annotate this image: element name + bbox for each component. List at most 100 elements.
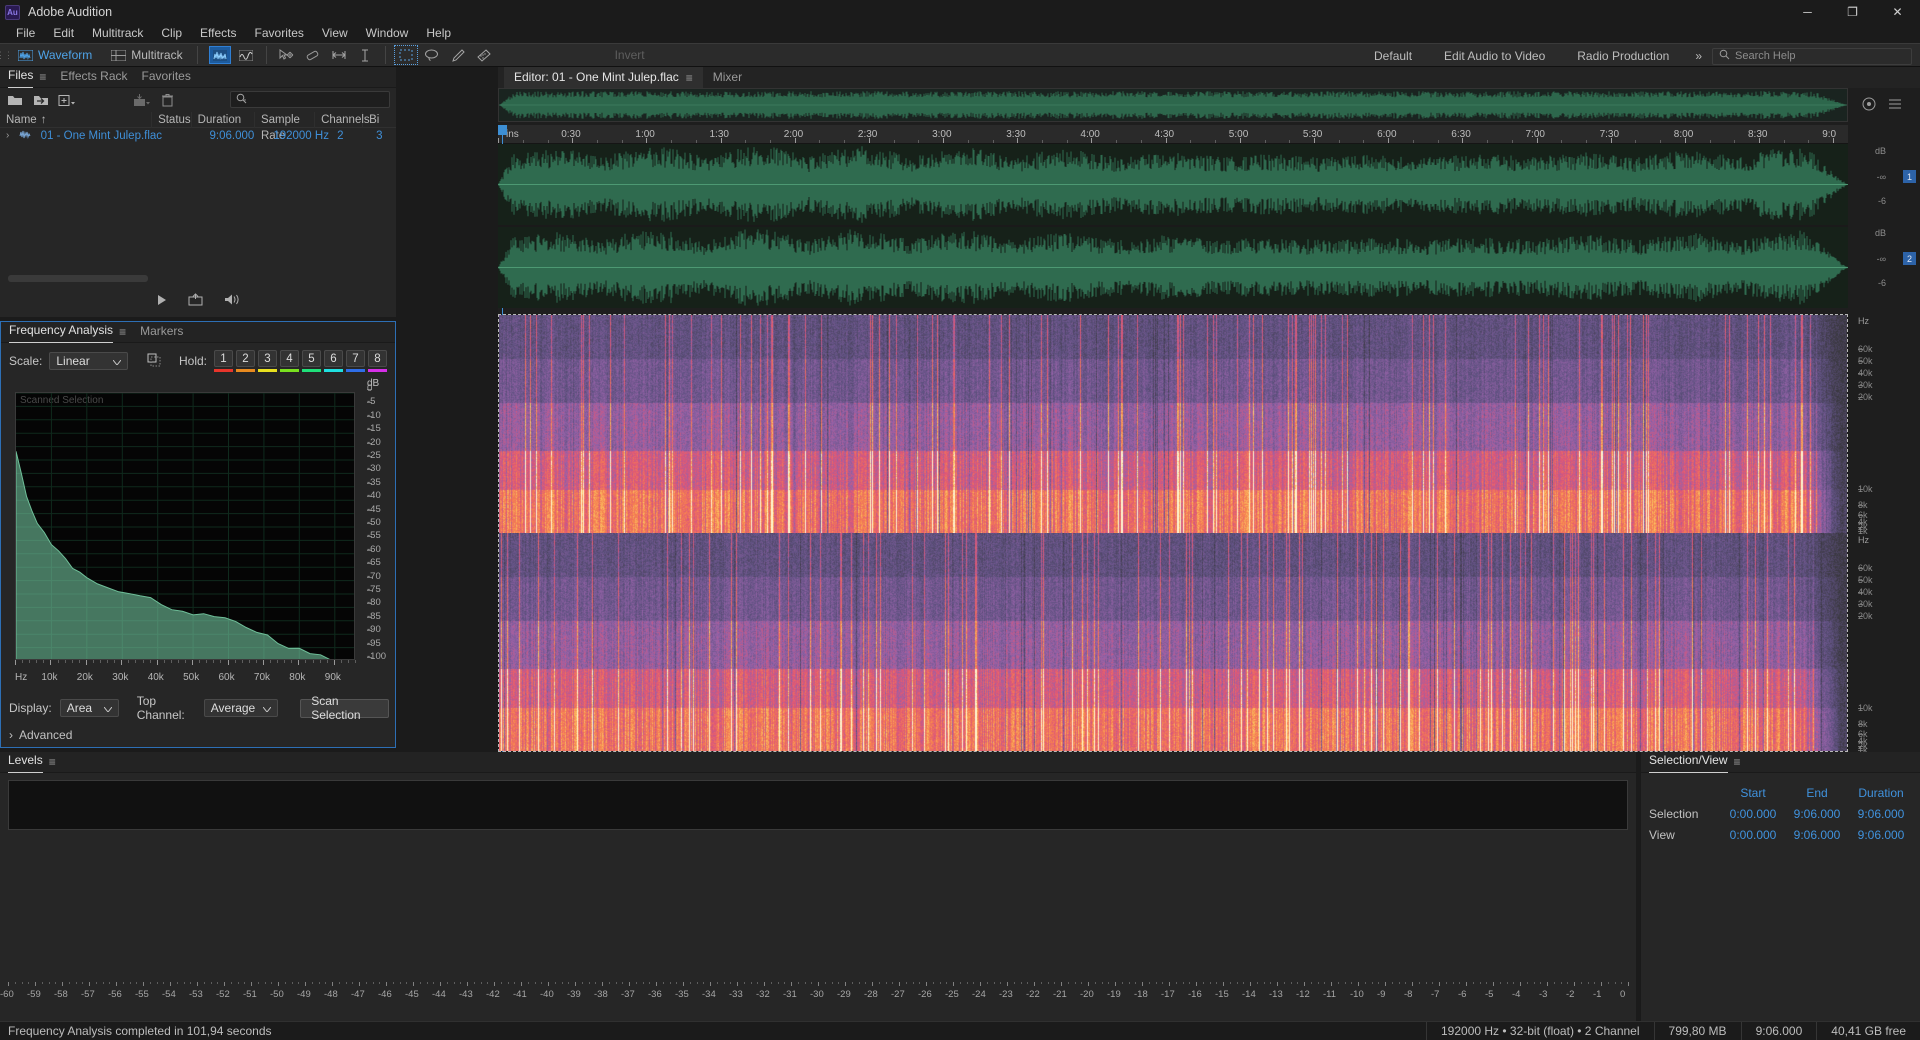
- hold-button-8[interactable]: 8: [368, 350, 387, 367]
- copy-to-clipboard-icon[interactable]: [147, 353, 162, 370]
- workspace-default[interactable]: Default: [1358, 49, 1428, 63]
- time-selection-tool-icon[interactable]: [328, 46, 350, 64]
- paintbrush-selection-tool-icon[interactable]: [447, 46, 469, 64]
- column-header-duration[interactable]: Duration: [192, 111, 255, 128]
- multitrack-view-button[interactable]: Multitrack: [101, 44, 191, 66]
- column-header-name[interactable]: Name ↑: [0, 111, 153, 128]
- time-ruler[interactable]: ins 0:30 1:00 1:30 2:00 2:30 3:00 3:30 4:00 4:30 5…: [498, 125, 1848, 144]
- scan-selection-button[interactable]: Scan Selection: [300, 694, 389, 722]
- hud-icon[interactable]: [1862, 97, 1876, 114]
- column-header-status[interactable]: Status: [152, 111, 192, 128]
- search-help-input[interactable]: Search Help: [1712, 47, 1912, 65]
- insert-into-multitrack-icon[interactable]: [188, 293, 203, 309]
- column-header-sample-rate[interactable]: Sample Rate: [255, 111, 316, 142]
- save-icon[interactable]: [133, 92, 150, 108]
- workspace-radio-production[interactable]: Radio Production: [1561, 49, 1685, 63]
- marquee-selection-tool-icon[interactable]: [393, 45, 418, 65]
- menu-edit[interactable]: Edit: [44, 24, 83, 43]
- scale-select[interactable]: Linear: [49, 352, 129, 370]
- menu-favorites[interactable]: Favorites: [246, 24, 313, 43]
- frequency-chart[interactable]: Scanned Selection: [15, 392, 356, 667]
- menu-window[interactable]: Window: [357, 24, 418, 43]
- new-file-icon[interactable]: [58, 92, 75, 108]
- list-view-icon[interactable]: [1888, 98, 1902, 113]
- import-folder-icon[interactable]: [32, 92, 49, 108]
- hold-button-2[interactable]: 2: [236, 350, 255, 367]
- level-meter[interactable]: [8, 780, 1628, 830]
- play-icon[interactable]: [156, 294, 168, 309]
- minimize-button[interactable]: ─: [1785, 0, 1830, 24]
- menu-help[interactable]: Help: [417, 24, 460, 43]
- lasso-selection-tool-icon[interactable]: [421, 46, 443, 64]
- tab-editor[interactable]: Editor: 01 - One Mint Julep.flac ≡: [504, 67, 703, 88]
- waveform-channel-2[interactable]: [498, 227, 1848, 308]
- waveform-channel-1[interactable]: [498, 144, 1848, 225]
- display-select[interactable]: Area: [59, 699, 119, 717]
- delete-icon[interactable]: [159, 92, 176, 108]
- overview-navigator[interactable]: [498, 88, 1848, 122]
- view-start-field[interactable]: 0:00.000: [1721, 828, 1785, 842]
- close-button[interactable]: ✕: [1875, 0, 1920, 24]
- column-header-bit[interactable]: Bi: [363, 112, 396, 128]
- tab-mixer[interactable]: Mixer: [703, 67, 752, 88]
- razor-tool-icon[interactable]: [354, 46, 376, 64]
- tab-frequency-analysis[interactable]: Frequency Analysis ≡: [9, 321, 140, 343]
- slip-tool-icon[interactable]: [302, 46, 324, 64]
- column-header-channels[interactable]: Channels: [315, 111, 370, 128]
- hold-button-7[interactable]: 7: [346, 350, 365, 367]
- view-end-field[interactable]: 9:06.000: [1785, 828, 1849, 842]
- spectral-frequency-display-icon[interactable]: [208, 46, 231, 64]
- menu-effects[interactable]: Effects: [191, 24, 245, 43]
- tab-effects-rack[interactable]: Effects Rack: [60, 66, 141, 87]
- spectro-tick-10k-ch1: 10k: [1858, 484, 1873, 494]
- files-horizontal-scrollbar[interactable]: [8, 275, 148, 282]
- frequency-chart-plot[interactable]: Scanned Selection: [15, 392, 355, 660]
- open-file-icon[interactable]: [6, 92, 23, 108]
- selection-view-menu-icon[interactable]: ≡: [1734, 756, 1741, 768]
- selection-duration-field[interactable]: 9:06.000: [1849, 807, 1913, 821]
- waveform-display[interactable]: [498, 144, 1848, 308]
- menu-clip[interactable]: Clip: [152, 24, 191, 43]
- waveform-view-button[interactable]: Waveform: [8, 44, 101, 66]
- view-duration-field[interactable]: 9:06.000: [1849, 828, 1913, 842]
- spectral-frequency-display[interactable]: [498, 314, 1848, 752]
- editor-panel-menu-icon[interactable]: ≡: [686, 72, 693, 84]
- advanced-disclosure[interactable]: › Advanced: [9, 728, 72, 742]
- levels-panel-menu-icon[interactable]: ≡: [49, 756, 56, 768]
- channel-2-button[interactable]: 2: [1903, 252, 1916, 265]
- table-row[interactable]: › 01 - One Mint Julep.flac 9:06.000 1920…: [0, 128, 396, 144]
- spot-healing-brush-icon[interactable]: [473, 46, 495, 64]
- hz-tick-10k: 10k: [41, 672, 58, 683]
- menu-file[interactable]: File: [7, 24, 44, 43]
- hold-button-6[interactable]: 6: [324, 350, 343, 367]
- hold-button-1[interactable]: 1: [214, 350, 233, 367]
- tab-files[interactable]: Files ≡: [8, 66, 60, 88]
- menu-multitrack[interactable]: Multitrack: [83, 24, 152, 43]
- toolbar-grip[interactable]: ⋮⋮: [0, 43, 13, 67]
- selection-start-field[interactable]: 0:00.000: [1721, 807, 1785, 821]
- channel-1-button[interactable]: 1: [1903, 170, 1916, 183]
- files-panel-menu-icon[interactable]: ≡: [39, 71, 46, 83]
- workspace-edit-audio-to-video[interactable]: Edit Audio to Video: [1428, 49, 1561, 63]
- files-search-input[interactable]: [230, 91, 390, 108]
- row-expander[interactable]: ›: [0, 128, 13, 144]
- spectrogram-channel-1[interactable]: [499, 315, 1847, 533]
- spectral-pitch-display-icon[interactable]: [235, 46, 257, 64]
- maximize-button[interactable]: ❐: [1830, 0, 1875, 24]
- hold-button-4[interactable]: 4: [280, 350, 299, 367]
- menu-view[interactable]: View: [313, 24, 357, 43]
- tab-selection-view[interactable]: Selection/View ≡: [1649, 751, 1755, 773]
- tab-markers[interactable]: Markers: [140, 321, 197, 342]
- time-tick-7: 3:30: [1006, 129, 1026, 140]
- spectrogram-channel-2[interactable]: [499, 533, 1847, 751]
- move-tool-icon[interactable]: [276, 46, 298, 64]
- workspace-more-button[interactable]: »: [1685, 49, 1712, 63]
- auto-play-icon[interactable]: [223, 293, 240, 309]
- hold-button-3[interactable]: 3: [258, 350, 277, 367]
- selection-end-field[interactable]: 9:06.000: [1785, 807, 1849, 821]
- tab-levels[interactable]: Levels ≡: [8, 751, 70, 773]
- top-channel-select[interactable]: Average: [203, 699, 279, 717]
- tab-favorites[interactable]: Favorites: [142, 66, 205, 87]
- hold-button-5[interactable]: 5: [302, 350, 321, 367]
- frequency-panel-menu-icon[interactable]: ≡: [119, 326, 126, 338]
